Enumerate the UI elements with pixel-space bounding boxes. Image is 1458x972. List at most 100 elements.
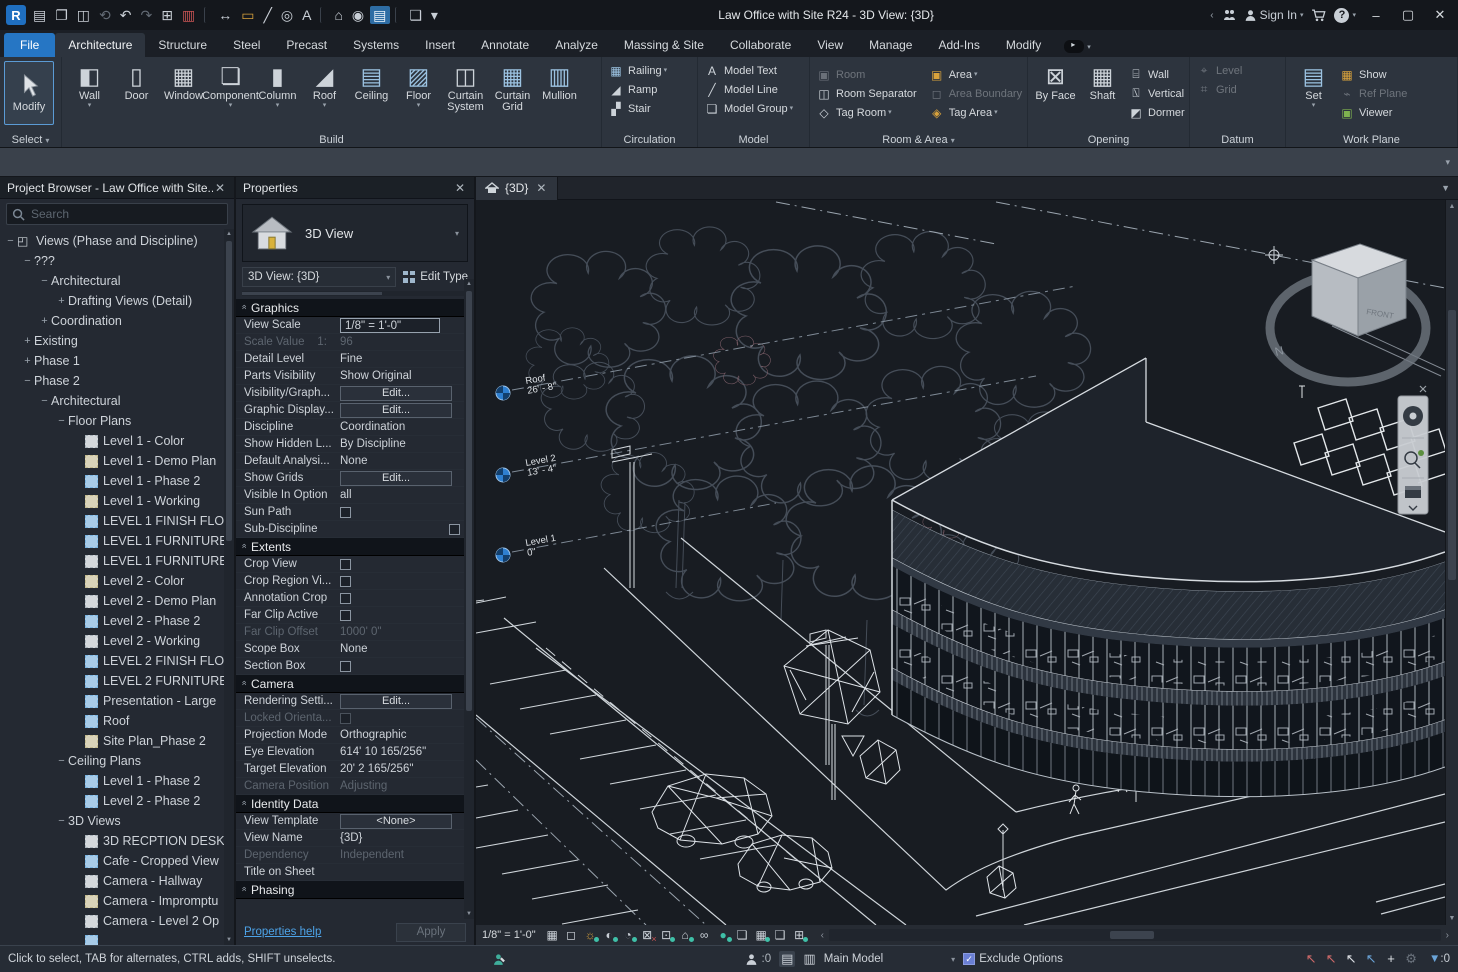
- design-options-edit-icon[interactable]: ▥: [803, 951, 815, 967]
- tree-item[interactable]: 3D RECPTION DESK: [0, 831, 234, 851]
- store-cart-icon[interactable]: [1311, 9, 1326, 22]
- property-edit-button[interactable]: Edit...: [340, 694, 452, 709]
- ribbon-button[interactable]: ⊠ By Face ▾: [1032, 61, 1079, 102]
- ribbon-button[interactable]: ◈ Tag Area ▾: [927, 103, 1024, 122]
- section-collapse-icon[interactable]: »: [239, 888, 249, 891]
- temporary-view-icon[interactable]: ●: [714, 928, 733, 942]
- property-row[interactable]: » View Scale 1/8" = 1'-0" 1/8" = 1'-0": [236, 317, 464, 334]
- ribbon-button[interactable]: ▞ Stair ▾: [606, 99, 653, 118]
- property-row[interactable]: » View Name {3D} {3D}: [236, 830, 464, 847]
- ribbon-button[interactable]: ◢ Roof ▾: [301, 61, 348, 109]
- ribbon-button[interactable]: ▤ Ceiling ▾: [348, 61, 395, 102]
- tree-item[interactable]: LEVEL 2 FINISH FLOOR: [0, 651, 234, 671]
- shadows-icon[interactable]: ◐: [600, 928, 619, 942]
- view-cube[interactable]: N FRONT: [1270, 244, 1426, 382]
- close-icon[interactable]: ✕: [213, 181, 227, 195]
- tree-item[interactable]: LEVEL 1 FINISH FLOOR: [0, 511, 234, 531]
- ribbon-button[interactable]: ▦ Show ▾: [1337, 65, 1409, 84]
- survey-point[interactable]: [1265, 246, 1283, 264]
- tree-item[interactable]: Camera - Impromptu: [0, 891, 234, 911]
- property-value[interactable]: Independent: [340, 849, 464, 861]
- property-row[interactable]: » Far Clip Active: [236, 607, 464, 624]
- displace-elements-icon[interactable]: ❑: [771, 928, 790, 942]
- tree-expander[interactable]: −: [21, 375, 34, 387]
- qat-button[interactable]: ▾: [428, 6, 442, 24]
- property-edit-button[interactable]: Edit...: [340, 386, 452, 401]
- analytical-model-icon[interactable]: ▦: [752, 928, 771, 942]
- panel-label-opening[interactable]: Opening: [1028, 134, 1189, 146]
- property-value[interactable]: Adjusting: [340, 780, 464, 792]
- unhide-elements-icon[interactable]: ⌂: [676, 928, 695, 942]
- ribbon-button[interactable]: ◻ Area Boundary ▾: [927, 84, 1024, 103]
- property-edit-button[interactable]: Edit...: [340, 403, 452, 418]
- qat-button[interactable]: ▭: [238, 6, 258, 24]
- property-row[interactable]: » Annotation Crop: [236, 590, 464, 607]
- panel-label-select[interactable]: Select ▾: [0, 134, 61, 146]
- ribbon-button[interactable]: ▯ Door ▾: [113, 61, 160, 102]
- minimize-button[interactable]: –: [1364, 8, 1388, 23]
- scroll-left-icon[interactable]: ‹: [816, 930, 829, 941]
- qat-overflow-icon[interactable]: ‹: [1210, 10, 1213, 21]
- qat-button[interactable]: ↶: [117, 6, 136, 24]
- tree-expander[interactable]: −: [55, 415, 68, 427]
- property-row[interactable]: » Sun Path: [236, 504, 464, 521]
- tree-item[interactable]: Site Plan_Phase 2: [0, 731, 234, 751]
- tree-item[interactable]: − Floor Plans: [0, 411, 234, 431]
- properties-titlebar[interactable]: Properties ✕: [236, 177, 474, 199]
- section-collapse-icon[interactable]: »: [239, 545, 249, 548]
- selection-settings-icon[interactable]: ⚙: [1401, 951, 1421, 967]
- property-row[interactable]: » Graphics: [236, 299, 464, 317]
- property-edit-button[interactable]: <None>: [340, 814, 452, 829]
- scroll-track[interactable]: [829, 929, 1441, 941]
- select-underlay-cursor-icon[interactable]: ↖: [1321, 951, 1341, 967]
- property-row[interactable]: » Eye Elevation 614' 10 165/256" 614' 10…: [236, 744, 464, 761]
- visual-style-icon[interactable]: ◻: [562, 928, 581, 942]
- property-checkbox[interactable]: [340, 576, 351, 587]
- ribbon-button[interactable]: ▦ Window ▾: [160, 61, 207, 102]
- checkbox-checked-icon[interactable]: ✓: [963, 953, 975, 965]
- panel-label-datum[interactable]: Datum: [1190, 134, 1285, 146]
- qat-button[interactable]: ↔: [215, 6, 236, 24]
- tree-item[interactable]: − Architectural: [0, 391, 234, 411]
- property-checkbox[interactable]: [340, 593, 351, 604]
- tree-item[interactable]: Level 1 - Working: [0, 491, 234, 511]
- property-row[interactable]: » Parts Visibility Show Original Show Or…: [236, 368, 464, 385]
- property-checkbox[interactable]: [340, 610, 351, 621]
- qat-button[interactable]: ⟲: [96, 6, 115, 24]
- tree-item[interactable]: − Views (Phase and Discipline): [0, 231, 234, 251]
- compass-north-label[interactable]: N: [1273, 343, 1285, 359]
- ribbon-button[interactable]: ▨ Floor ▾: [395, 61, 442, 109]
- ribbon-button[interactable]: ⌖ Level ▾: [1194, 61, 1244, 80]
- search-help-icon[interactable]: [1222, 8, 1236, 22]
- ribbon-button[interactable]: ◧ Wall ▾: [66, 61, 113, 109]
- worksharing-display-icon[interactable]: ❏: [733, 928, 752, 942]
- property-checkbox[interactable]: [340, 661, 351, 672]
- tree-item[interactable]: − Phase 2: [0, 371, 234, 391]
- reveal-constraints-icon[interactable]: ⊞: [790, 928, 809, 942]
- tree-expander[interactable]: −: [55, 815, 68, 827]
- tree-item[interactable]: − Architectural: [0, 271, 234, 291]
- navigation-bar[interactable]: [1398, 386, 1428, 514]
- property-value[interactable]: 1/8" = 1'-0": [340, 318, 440, 333]
- scroll-right-icon[interactable]: ›: [1441, 930, 1454, 941]
- property-value[interactable]: By Discipline: [340, 438, 464, 450]
- qat-button[interactable]: ▤: [30, 6, 50, 24]
- render-dialog-icon[interactable]: ◔: [619, 928, 638, 942]
- ribbon-button[interactable]: ▮ Column ▾: [254, 61, 301, 109]
- property-row[interactable]: » Detail Level Fine Fine: [236, 351, 464, 368]
- close-button[interactable]: ✕: [1428, 7, 1452, 23]
- ribbon-button[interactable]: ▥ Mullion ▾: [536, 61, 583, 102]
- tree-item[interactable]: Level 2 - Phase 2: [0, 791, 234, 811]
- tree-item[interactable]: Camera - Level 2 Op: [0, 911, 234, 931]
- tree-expander[interactable]: +: [21, 335, 34, 347]
- tree-expander[interactable]: +: [38, 315, 51, 327]
- tab-file[interactable]: File: [4, 33, 55, 57]
- tree-item[interactable]: Level 2 - Phase 2: [0, 611, 234, 631]
- exclude-options-toggle[interactable]: ✓ Exclude Options: [963, 953, 1063, 965]
- qat-button[interactable]: ◉: [349, 6, 368, 24]
- ribbon-button[interactable]: ◇ Tag Room ▾: [814, 103, 919, 122]
- tree-expander[interactable]: +: [21, 355, 34, 367]
- view-scale-button[interactable]: 1/8" = 1'-0": [480, 929, 542, 941]
- property-checkbox[interactable]: [340, 507, 351, 518]
- tree-expander[interactable]: −: [4, 235, 17, 247]
